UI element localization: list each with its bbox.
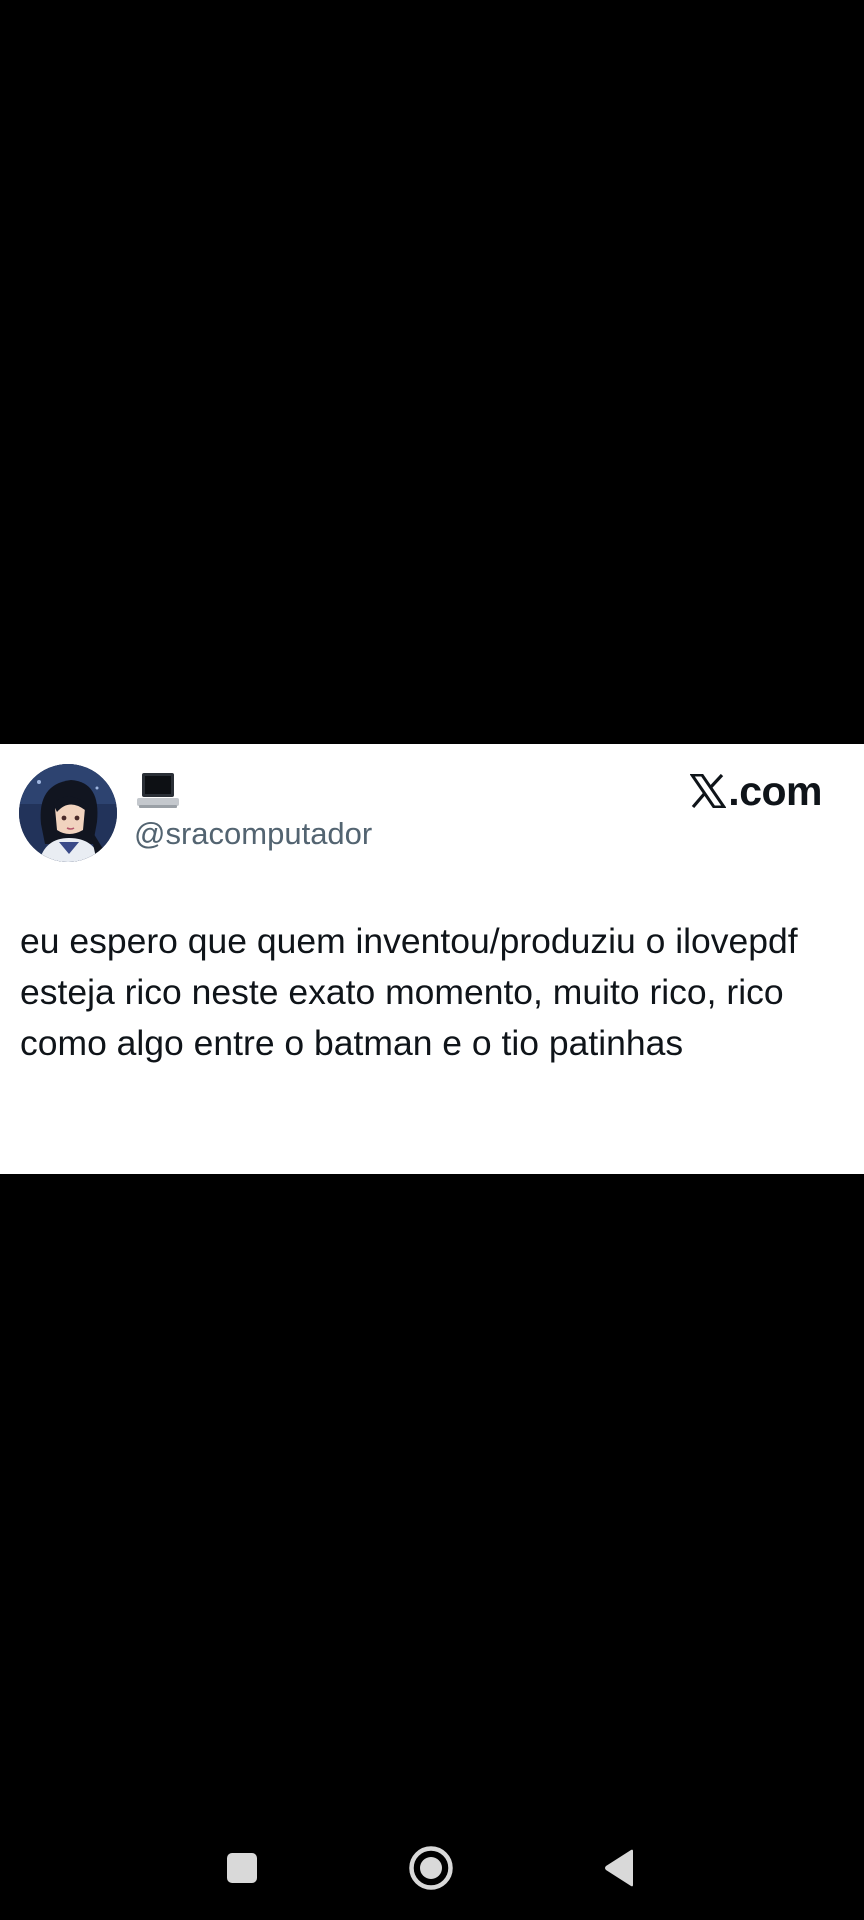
user-handle[interactable]: @sracomputador — [134, 814, 372, 854]
square-icon — [227, 1853, 257, 1883]
android-nav-bar — [0, 1820, 864, 1920]
avatar[interactable] — [19, 764, 117, 862]
triangle-back-icon — [605, 1849, 633, 1887]
back-button[interactable] — [590, 1838, 650, 1898]
tweet-text: eu espero que quem inventou/produziu o i… — [20, 921, 798, 1063]
circle-home-icon — [409, 1846, 453, 1890]
screen: @sracomputador .com eu espero que quem i… — [0, 0, 864, 1920]
x-logo-icon — [690, 774, 727, 808]
recents-button[interactable] — [212, 1838, 272, 1898]
avatar-image — [19, 764, 117, 862]
tweet-card[interactable]: @sracomputador .com eu espero que quem i… — [0, 744, 864, 1174]
laptop-icon — [137, 773, 179, 808]
home-button[interactable] — [401, 1838, 461, 1898]
brand-x-com: .com — [690, 766, 822, 816]
brand-suffix: .com — [728, 767, 822, 814]
